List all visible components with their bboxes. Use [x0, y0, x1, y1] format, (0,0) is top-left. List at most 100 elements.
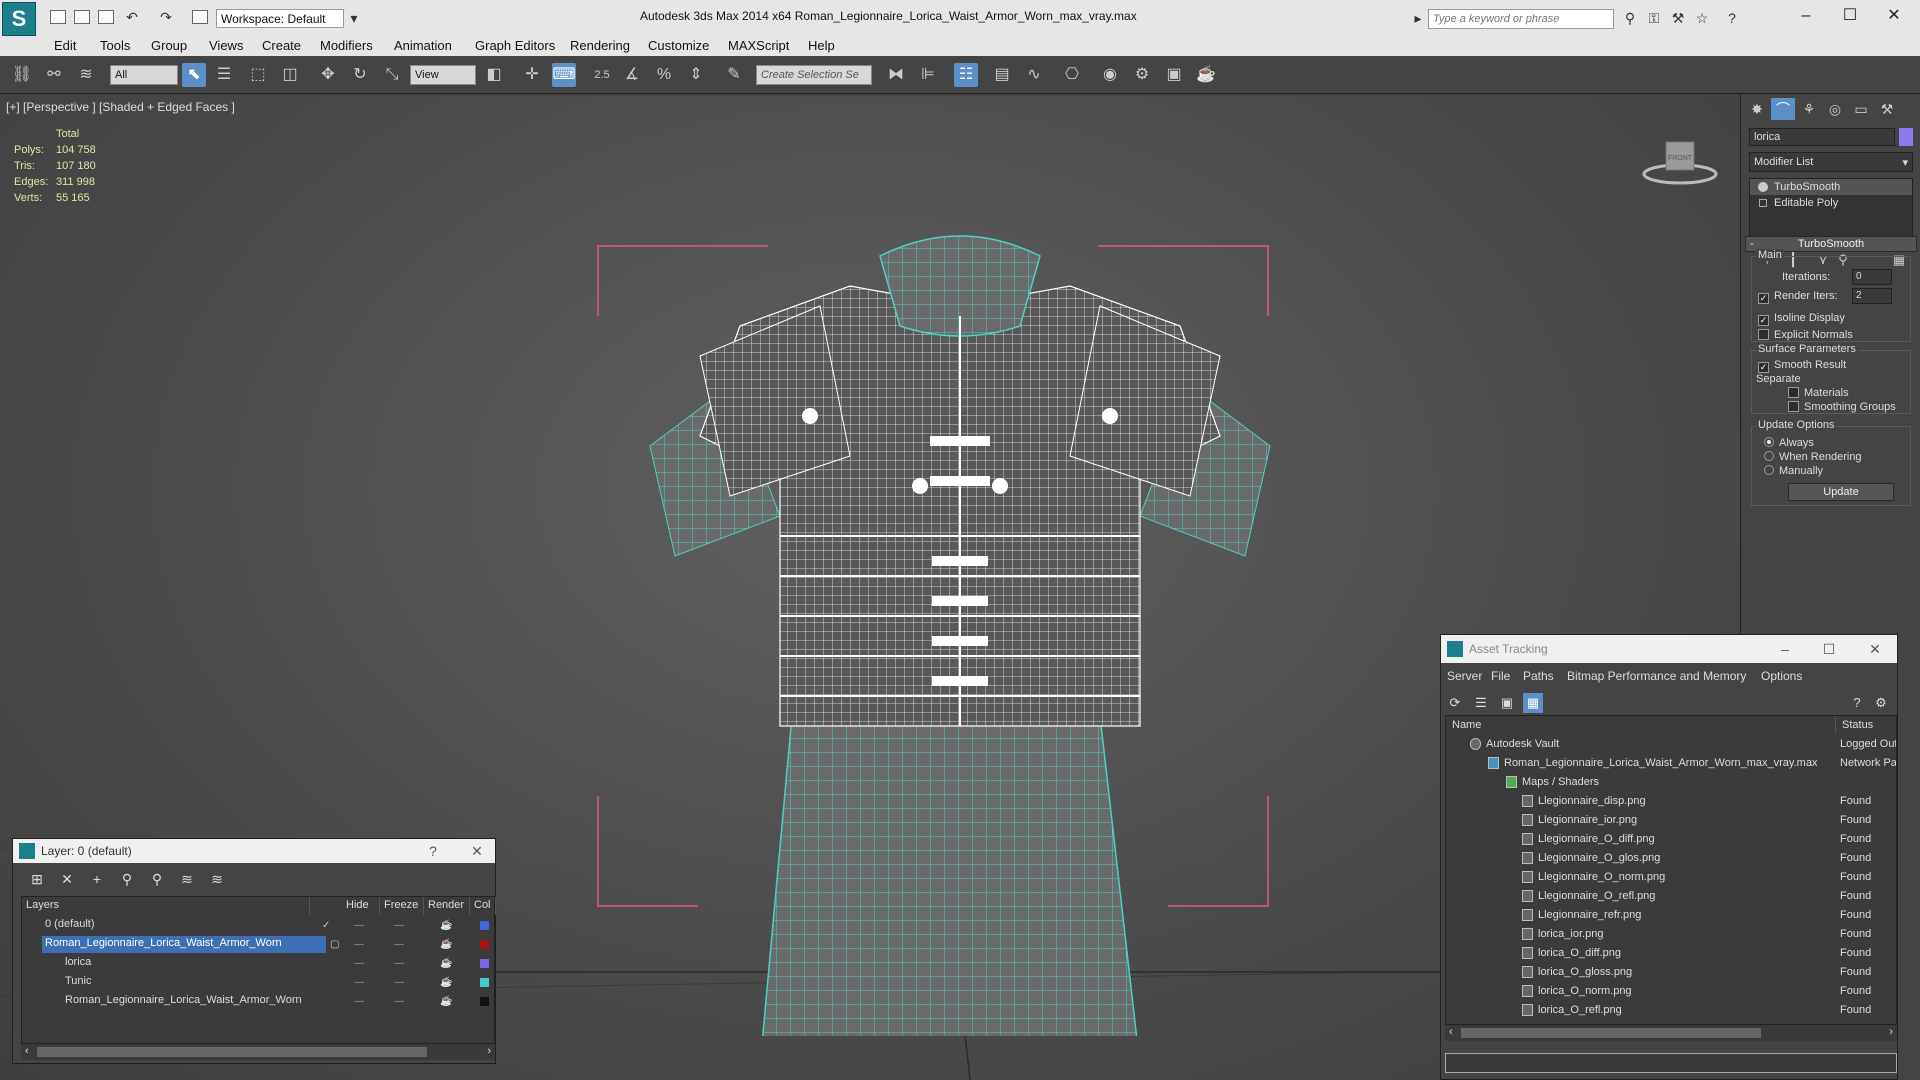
display-tab-icon[interactable]: ▭	[1849, 98, 1873, 120]
keyboard-shortcut-override-icon[interactable]: ⌨	[552, 63, 576, 87]
menu-server[interactable]: Server	[1447, 669, 1482, 683]
close-button[interactable]: ✕	[1874, 4, 1914, 28]
active-layer-check-icon[interactable]: ✓	[322, 920, 330, 931]
asset-row[interactable]: Llegionnaire_refr.png Found	[1446, 906, 1896, 925]
menu-maxscript[interactable]: MAXScript	[728, 38, 789, 53]
render-teapot-icon[interactable]: ☕	[440, 977, 452, 988]
help-button[interactable]: ?	[425, 843, 441, 859]
render-iters-checkbox[interactable]: ✓ Render Iters:	[1758, 290, 1838, 304]
schematic-view-icon[interactable]: ⎔	[1060, 63, 1084, 87]
asset-row[interactable]: Autodesk Vault Logged Out	[1446, 735, 1896, 754]
smoothing-groups-checkbox[interactable]: Smoothing Groups	[1788, 401, 1896, 413]
undo-icon[interactable]: ↶	[124, 9, 140, 25]
column-header-freeze[interactable]: Freeze	[380, 897, 424, 915]
menu-tools[interactable]: Tools	[100, 38, 130, 53]
rendered-frame-window-icon[interactable]: ▣	[1162, 63, 1186, 87]
edit-named-selection-icon[interactable]: ✎	[722, 63, 746, 87]
asset-row[interactable]: Llegionnaire_ior.png Found	[1446, 811, 1896, 830]
favorites-star-icon[interactable]: ☆	[1694, 10, 1710, 26]
menu-modifiers[interactable]: Modifiers	[320, 38, 373, 53]
menu-paths[interactable]: Paths	[1523, 669, 1554, 683]
asset-row[interactable]: lorica_O_norm.png Found	[1446, 982, 1896, 1001]
reference-coordinate-dropdown[interactable]: View	[410, 65, 476, 85]
radio-icon[interactable]	[1764, 465, 1774, 475]
unlink-icon[interactable]: ⚯	[42, 63, 66, 87]
maximize-button[interactable]: ☐	[1830, 4, 1870, 28]
asset-row[interactable]: lorica_ior.png Found	[1446, 925, 1896, 944]
iterations-spinner[interactable]: 0	[1852, 269, 1892, 285]
minimize-icon[interactable]: –	[1777, 641, 1793, 657]
select-and-rotate-icon[interactable]: ↻	[348, 63, 372, 87]
key-icon[interactable]: ⚿	[1646, 10, 1662, 26]
layer-row[interactable]: Roman_Legionnaire_Lorica_Waist_Armor_Wor…	[22, 992, 489, 1011]
table-view-icon[interactable]: ▦	[1523, 693, 1543, 713]
column-header-color[interactable]: Col	[470, 897, 496, 915]
hide-toggle[interactable]: —	[354, 958, 364, 969]
render-iters-spinner[interactable]: 2	[1852, 288, 1892, 304]
menu-graph-editors[interactable]: Graph Editors	[475, 38, 555, 53]
select-object-icon[interactable]: ⬉	[182, 63, 206, 87]
modifier-list-dropdown[interactable]: Modifier List ▾	[1749, 152, 1913, 172]
select-and-move-icon[interactable]: ✥	[316, 63, 340, 87]
menu-animation[interactable]: Animation	[394, 38, 452, 53]
render-setup-icon[interactable]: ⚙	[1130, 63, 1154, 87]
always-radio[interactable]: Always	[1764, 437, 1814, 449]
graphite-ribbon-icon[interactable]: ▤	[990, 63, 1014, 87]
render-teapot-icon[interactable]: ☕	[440, 996, 452, 1007]
radio-selected-icon[interactable]	[1764, 437, 1774, 447]
hide-toggle[interactable]: —	[354, 996, 364, 1007]
layer-color-swatch[interactable]	[480, 997, 489, 1006]
help-icon[interactable]: ?	[1724, 10, 1740, 26]
asset-row[interactable]: Llegionnaire_O_glos.png Found	[1446, 849, 1896, 868]
search-expand-icon[interactable]: ▸	[1410, 10, 1426, 26]
layer-name[interactable]: 0 (default)	[42, 917, 98, 934]
freeze-toggle[interactable]: —	[394, 977, 404, 988]
window-crossing-icon[interactable]: ◫	[278, 63, 302, 87]
object-name[interactable]: Tunic	[62, 974, 95, 991]
asset-horizontal-scrollbar[interactable]: ‹ ›	[1445, 1025, 1897, 1041]
checkbox-icon[interactable]	[1788, 401, 1799, 412]
bind-space-warp-icon[interactable]: ≋	[74, 63, 98, 87]
save-file-icon[interactable]	[98, 10, 114, 24]
render-production-icon[interactable]: ☕	[1194, 63, 1218, 87]
scroll-left-icon[interactable]: ‹	[1449, 1026, 1453, 1038]
help-icon[interactable]: ?	[1847, 693, 1867, 713]
angle-snap-icon[interactable]: ∡	[620, 63, 644, 87]
checkbox-checked-icon[interactable]: ✓	[1758, 293, 1769, 304]
hide-toggle[interactable]: —	[354, 977, 364, 988]
menu-rendering[interactable]: Rendering	[570, 38, 630, 53]
radio-icon[interactable]	[1764, 451, 1774, 461]
layer-dialog-titlebar[interactable]: Layer: 0 (default) ? ✕	[13, 839, 495, 863]
layer-row[interactable]: lorica — — ☕	[22, 954, 489, 973]
freeze-toggle[interactable]: —	[394, 996, 404, 1007]
add-selection-icon[interactable]: ▢	[330, 939, 339, 950]
checkbox-icon[interactable]	[1758, 329, 1769, 340]
layer-horizontal-scrollbar[interactable]: ‹ ›	[21, 1044, 495, 1060]
add-to-layer-icon[interactable]: +	[87, 871, 107, 889]
refresh-icon[interactable]: ⟳	[1445, 693, 1465, 713]
asset-dialog-titlebar[interactable]: Asset Tracking – ☐ ✕	[1441, 635, 1897, 663]
asset-row[interactable]: lorica_O_refl.png Found	[1446, 1001, 1896, 1020]
when-rendering-radio[interactable]: When Rendering	[1764, 451, 1862, 463]
select-and-scale-icon[interactable]: ⤡	[380, 63, 404, 87]
hide-toggle[interactable]: —	[354, 939, 364, 950]
object-color-swatch[interactable]	[1899, 128, 1913, 146]
select-manipulate-icon[interactable]: ✛	[520, 63, 544, 87]
menu-options[interactable]: Options	[1761, 669, 1802, 683]
pivot-center-icon[interactable]: ◧	[482, 63, 506, 87]
create-tab-icon[interactable]: ✸	[1745, 98, 1769, 120]
isoline-display-checkbox[interactable]: ✓ Isoline Display	[1758, 312, 1845, 326]
column-header-name[interactable]: Name	[1446, 716, 1836, 734]
scroll-thumb[interactable]	[1461, 1028, 1761, 1038]
utilities-tab-icon[interactable]: ⚒	[1875, 98, 1899, 120]
asset-row[interactable]: Llegionnaire_disp.png Found	[1446, 792, 1896, 811]
curve-editor-icon[interactable]: ∿	[1022, 63, 1046, 87]
project-folder-icon[interactable]	[192, 10, 208, 24]
snaps-toggle-icon[interactable]: 2.5	[590, 63, 614, 87]
freeze-toggle[interactable]: —	[394, 958, 404, 969]
menu-views[interactable]: Views	[209, 38, 243, 53]
settings-icon[interactable]: ⚙	[1871, 693, 1891, 713]
column-header-hide[interactable]: Hide	[342, 897, 380, 915]
object-name-field[interactable]: lorica	[1749, 128, 1895, 146]
asset-row[interactable]: Maps / Shaders	[1446, 773, 1896, 792]
